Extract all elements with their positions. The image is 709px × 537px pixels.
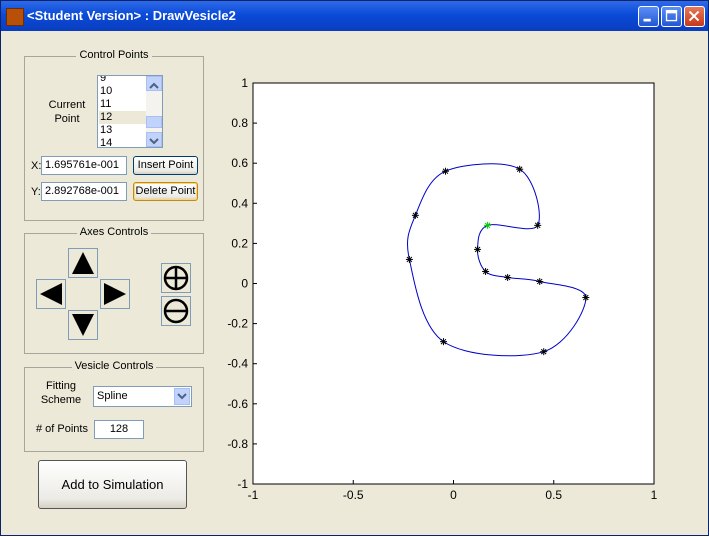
y-tick-label: -0.2	[227, 317, 248, 331]
x-tick-label: -1	[248, 488, 259, 502]
control-point[interactable]	[474, 245, 482, 253]
vesicle-plot[interactable]: -1 -0.5 0 0.5 1 -1 -0.8 -0.6 -0.4 -0.2 0 0.2 0.4 0.6 0…	[1, 1, 709, 537]
x-tick-label: 1	[651, 488, 658, 502]
control-point[interactable]	[411, 211, 419, 219]
x-tick-label: 0	[450, 488, 457, 502]
y-tick-label: -1	[237, 477, 248, 491]
y-tick-label: 0.6	[231, 156, 248, 170]
x-tick-label: 0.5	[545, 488, 562, 502]
y-tick-label: -0.4	[227, 357, 248, 371]
y-tick-label: -0.8	[227, 437, 248, 451]
y-tick-label: -0.6	[227, 397, 248, 411]
plot-area[interactable]	[252, 82, 655, 485]
y-tick-label: 0.2	[231, 236, 248, 250]
y-tick-label: 1	[241, 76, 248, 90]
x-tick-label: -0.5	[343, 488, 364, 502]
main-window: <Student Version> : DrawVesicle2 Control…	[0, 0, 709, 536]
y-tick-label: 0.4	[231, 196, 248, 210]
y-tick-label: 0	[241, 277, 248, 291]
y-tick-label: 0.8	[231, 116, 248, 130]
